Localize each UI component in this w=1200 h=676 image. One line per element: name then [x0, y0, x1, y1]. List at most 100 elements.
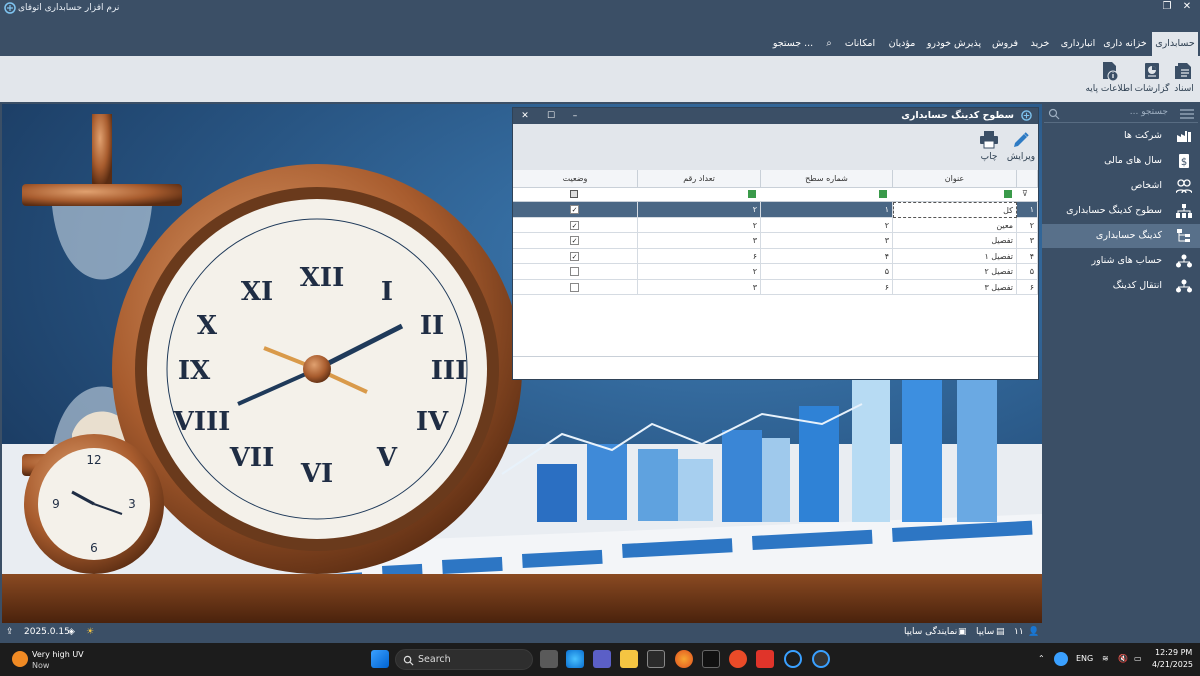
cell-digits[interactable]: ۳ — [638, 233, 761, 249]
language-indicator[interactable]: ENG — [1076, 654, 1093, 663]
column-header-title[interactable]: عنوان — [893, 170, 1017, 188]
cell-title[interactable]: تفصیل — [893, 233, 1017, 249]
menu-inventory[interactable]: انبارداری — [1058, 32, 1098, 56]
cell-title[interactable]: معین — [893, 217, 1017, 233]
file-explorer-icon[interactable] — [620, 650, 638, 668]
status-checkbox[interactable]: ✓ — [570, 251, 579, 261]
search-icon[interactable]: ⌕ — [822, 32, 836, 56]
wifi-icon[interactable]: ≋ — [1102, 654, 1109, 663]
menu-features[interactable]: امکانات — [840, 32, 880, 56]
cell-title[interactable]: تفصیل ۳ — [893, 279, 1017, 295]
table-row[interactable]: ۵ تفصیل ۲ ۵ ۲ — [513, 264, 1038, 280]
task-view-icon[interactable] — [540, 650, 558, 668]
theme-sun-icon[interactable]: ☀ — [86, 627, 94, 637]
reports-button[interactable]: گزارشات — [1130, 60, 1174, 100]
sidebar-item-floating-accounts[interactable]: حساب های شناور — [1042, 249, 1200, 273]
battery-icon[interactable]: ▭ — [1134, 654, 1142, 663]
cell-status[interactable]: ✓ — [513, 202, 638, 218]
cell-title[interactable]: تفصیل ۱ — [893, 248, 1017, 264]
print-button[interactable]: چاپ — [973, 130, 1005, 174]
volume-mute-icon[interactable]: 🔇 — [1118, 654, 1128, 663]
cell-title[interactable]: کل — [893, 202, 1017, 218]
cell-digits[interactable]: ۲ — [638, 202, 761, 218]
cell-level[interactable]: ۳ — [761, 233, 893, 249]
sidebar-item-coding-levels[interactable]: سطوح کدینگ حسابداری — [1042, 199, 1200, 223]
weather-text[interactable]: Very high UV — [32, 650, 84, 659]
edge-browser-icon[interactable] — [566, 650, 584, 668]
sidebar-item-fiscal-years[interactable]: $ سال های مالی — [1042, 149, 1200, 173]
column-header-level[interactable]: شماره سطح — [761, 170, 893, 188]
status-checkbox[interactable]: ✓ — [570, 205, 579, 214]
close-icon[interactable]: ✕ — [1180, 0, 1194, 14]
cell-level[interactable]: ۱ — [761, 202, 893, 218]
table-row[interactable]: ۱ کل ۱ ۲ ✓ — [513, 202, 1038, 218]
firefox-icon[interactable] — [675, 650, 693, 668]
filter-operator-icon[interactable] — [748, 190, 756, 198]
cell-status[interactable]: ✓ — [513, 248, 638, 264]
base-info-button[interactable]: اطلاعات پایه — [1084, 60, 1134, 100]
tray-app-icon[interactable] — [1054, 652, 1068, 666]
menu-purchase[interactable]: خرید — [1026, 32, 1054, 56]
chevron-up-icon[interactable]: ⌃ — [1038, 654, 1045, 663]
dialog-toolbar: ویرایش چاپ — [513, 124, 1038, 176]
weather-sun-icon[interactable] — [12, 651, 28, 667]
table-row[interactable]: ۳ تفصیل ۳ ۳ ✓ — [513, 233, 1038, 249]
cell-status[interactable] — [513, 264, 638, 280]
column-header-status[interactable]: وضعیت — [513, 170, 638, 188]
export-icon[interactable]: ⇪ — [6, 627, 14, 637]
close-icon[interactable]: ✕ — [517, 108, 533, 124]
app-icon-red[interactable] — [729, 650, 747, 668]
sidebar-item-persons[interactable]: اشخاص — [1042, 174, 1200, 198]
minimize-icon[interactable]: – — [567, 108, 583, 124]
menu-accounting[interactable]: حسابداری — [1152, 32, 1198, 56]
cell-level[interactable]: ۲ — [761, 217, 893, 233]
app-logo-icon[interactable] — [812, 650, 830, 668]
maximize-icon[interactable]: ☐ — [543, 108, 559, 124]
teams-icon[interactable] — [593, 650, 611, 668]
layers-icon[interactable]: ◈ — [68, 627, 75, 637]
app-logo-icon[interactable] — [784, 650, 802, 668]
filter-operator-icon[interactable] — [879, 190, 887, 198]
table-row[interactable]: ۶ تفصیل ۳ ۶ ۳ — [513, 279, 1038, 295]
edit-button[interactable]: ویرایش — [1005, 130, 1037, 174]
cell-digits[interactable]: ۳ — [638, 279, 761, 295]
sidebar-item-transfer-coding[interactable]: انتقال کدینگ — [1042, 274, 1200, 298]
hamburger-menu-icon[interactable] — [1180, 109, 1194, 119]
status-checkbox[interactable]: ✓ — [570, 220, 579, 230]
status-checkbox[interactable] — [570, 282, 579, 292]
menu-search[interactable]: جستجو ... — [768, 32, 818, 56]
restore-icon[interactable]: ❐ — [1160, 0, 1174, 14]
status-checkbox[interactable]: ✓ — [570, 236, 579, 245]
cell-level[interactable]: ۶ — [761, 279, 893, 295]
column-header-digits[interactable]: تعداد رقم — [638, 170, 761, 188]
cell-title[interactable]: تفصیل ۲ — [893, 264, 1017, 280]
table-row[interactable]: ۲ معین ۲ ۲ ✓ — [513, 217, 1038, 233]
terminal-icon[interactable] — [702, 650, 720, 668]
clock-date[interactable]: 4/21/2025 — [1152, 660, 1193, 669]
sidebar-item-coding[interactable]: کدینگ حسابداری — [1042, 224, 1200, 248]
windows-start-icon[interactable] — [371, 650, 389, 668]
table-row[interactable]: ۴ تفصیل ۱ ۴ ۶ ✓ — [513, 248, 1038, 264]
cell-status[interactable] — [513, 279, 638, 295]
cell-digits[interactable]: ۶ — [638, 248, 761, 264]
cell-digits[interactable]: ۲ — [638, 264, 761, 280]
cell-digits[interactable]: ۲ — [638, 217, 761, 233]
cell-status[interactable]: ✓ — [513, 217, 638, 233]
cell-level[interactable]: ۵ — [761, 264, 893, 280]
taskbar-search[interactable]: Search — [395, 649, 533, 670]
filter-operator-icon[interactable] — [1004, 190, 1012, 198]
cell-status[interactable]: ✓ — [513, 233, 638, 249]
menu-treasury[interactable]: خزانه داری — [1101, 32, 1149, 56]
sidebar-search[interactable]: جستجو ... — [1044, 105, 1198, 123]
sidebar-item-label: کدینگ حسابداری — [1095, 230, 1162, 241]
cell-level[interactable]: ۴ — [761, 248, 893, 264]
clock-time[interactable]: 12:29 PM — [1155, 648, 1192, 657]
store-icon[interactable] — [647, 650, 665, 668]
menu-taxpayers[interactable]: مؤدیان — [884, 32, 920, 56]
sidebar-item-companies[interactable]: شرکت ها — [1042, 124, 1200, 148]
filter-checkbox[interactable] — [570, 190, 578, 198]
menu-car-reception[interactable]: پذیرش خودرو — [924, 32, 984, 56]
menu-sales[interactable]: فروش — [989, 32, 1021, 56]
app-icon-anydesk[interactable] — [756, 650, 774, 668]
status-checkbox[interactable] — [570, 267, 579, 276]
